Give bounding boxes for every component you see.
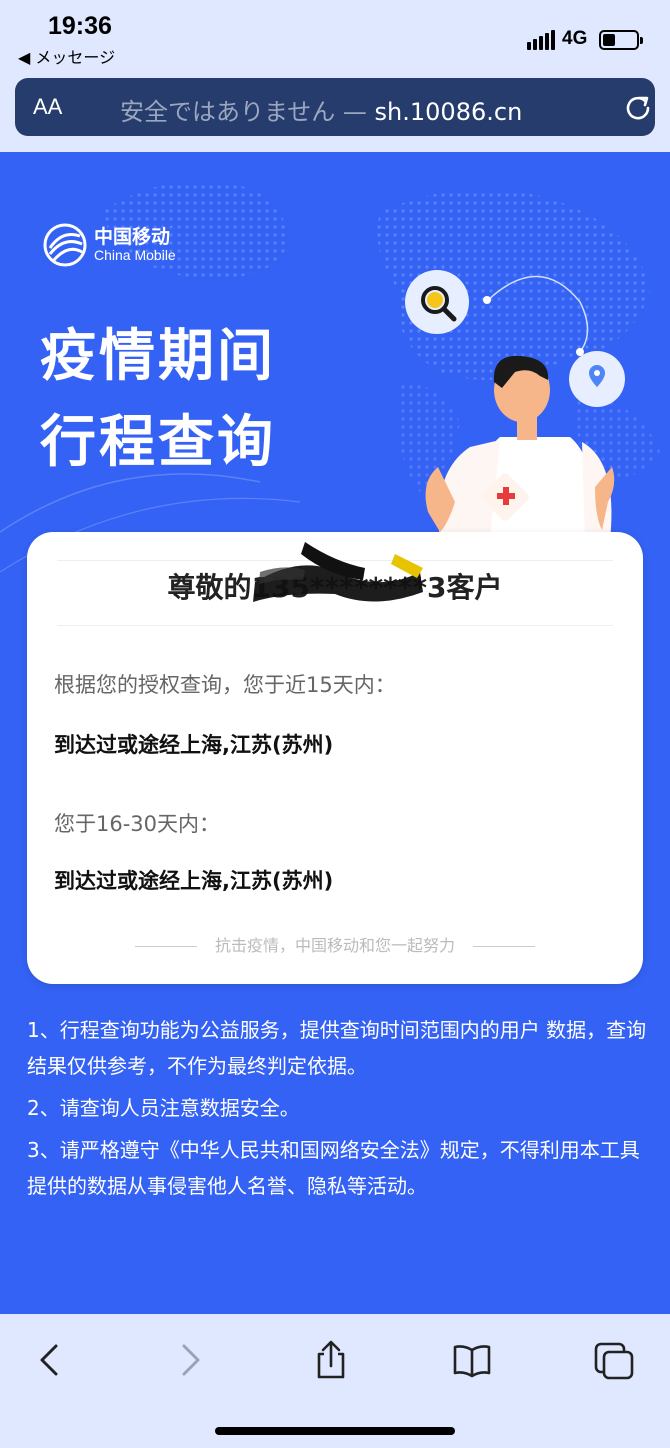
slogan: 抗击疫情，中国移动和您一起努力 (27, 932, 643, 956)
signal-icon (527, 30, 555, 50)
title-line-2: 行程查询 (40, 410, 276, 475)
usage-notes: 1、行程查询功能为公益服务，提供查询时间范围内的用户 数据，查询结果仅供参考，不… (27, 1012, 647, 1210)
redaction-scribble (253, 542, 423, 602)
note-item: 2、请查询人员注意数据安全。 (27, 1096, 300, 1120)
note-item: 3、请严格遵守《中华人民共和国网络安全法》规定，不得利用本工具提供的数据从事侵害… (27, 1138, 640, 1198)
result-15-days: 到达过或途经上海,江苏(苏州) (54, 733, 334, 757)
card-title-divider (57, 625, 613, 626)
share-icon[interactable] (311, 1340, 351, 1380)
tabs-icon[interactable] (594, 1340, 634, 1380)
url-display[interactable]: 安全ではありません — sh.10086.cn (120, 92, 522, 127)
home-indicator[interactable] (215, 1427, 455, 1435)
clock: 19:36 (48, 12, 112, 40)
text-size-button[interactable]: AA (33, 94, 62, 120)
china-mobile-logo-mark (43, 223, 87, 267)
status-bar: 19:36 ◀ メッセージ 4G (0, 0, 670, 70)
reload-icon[interactable] (623, 92, 653, 122)
page-title: 疫情期间 行程查询 (40, 314, 276, 486)
title-line-1: 疫情期间 (40, 324, 276, 389)
query-label-15-days: 根据您的授权查询，您于近15天内： (54, 673, 396, 697)
battery-icon (599, 30, 643, 50)
network-type: 4G (562, 28, 588, 49)
text-size-label: AA (33, 94, 63, 119)
back-to-app-link[interactable]: ◀ メッセージ (18, 44, 115, 68)
query-label-16-30-days: 您于16-30天内： (54, 812, 221, 836)
note-item: 1、行程查询功能为公益服务，提供查询时间范围内的用户 数据，查询结果仅供参考，不… (27, 1018, 647, 1078)
url-host: sh.10086.cn (374, 98, 523, 126)
doctor-illustration (405, 270, 625, 540)
forward-icon[interactable] (170, 1340, 210, 1380)
bookmarks-icon[interactable] (452, 1340, 492, 1380)
result-16-30-days: 到达过或途经上海,江苏(苏州) (54, 869, 334, 893)
security-warning: 安全ではありません — (120, 98, 375, 126)
logo-text-cn: 中国移动 (94, 226, 171, 248)
result-card: 尊敬的135********3客户 根据您的授权查询，您于近15天内： 到达过或… (27, 532, 643, 984)
logo-text-en: China Mobile (94, 247, 176, 263)
address-bar[interactable]: AA 安全ではありません — sh.10086.cn (15, 78, 655, 136)
slogan-text: 抗击疫情，中国移动和您一起努力 (214, 936, 455, 955)
back-icon[interactable] (30, 1340, 70, 1380)
web-page: 中国移动 China Mobile 疫情期间 行程查询 尊敬的135******… (0, 152, 670, 1314)
